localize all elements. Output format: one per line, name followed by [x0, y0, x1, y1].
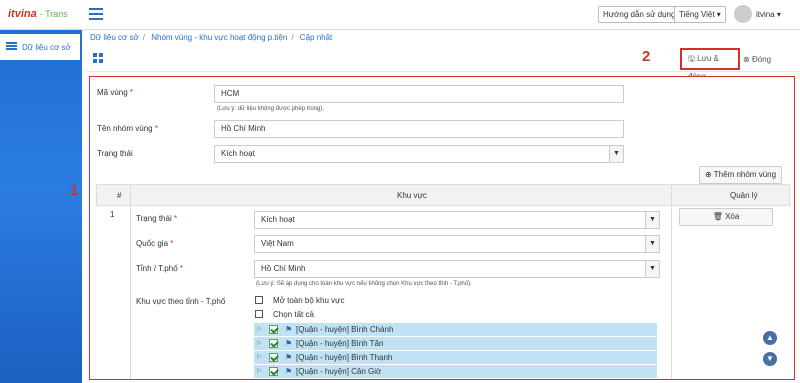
sidebar-item-base-data[interactable]: Dữ liệu cơ sở	[0, 34, 82, 60]
breadcrumb: Dữ liệu cơ sở / Nhóm vùng - khu vực hoạt …	[90, 33, 333, 42]
column-divider	[671, 184, 672, 379]
annotation-marker-1: 1	[70, 182, 79, 199]
province-select[interactable]: Hồ Chí Minh ▼	[254, 260, 660, 278]
save-icon: 🖫	[688, 54, 695, 63]
checked-icon[interactable]	[269, 353, 278, 362]
code-hint: (Lưu ý: dữ liệu không được phép trùng).	[217, 106, 325, 112]
breadcrumb-item[interactable]: Nhóm vùng - khu vực hoạt động p.tiện	[151, 33, 287, 42]
list-icon	[6, 42, 17, 51]
expand-icon[interactable]: ▷	[257, 365, 262, 378]
code-input[interactable]: HCM	[214, 85, 624, 103]
status-label: Trạng thái	[97, 149, 133, 158]
grid-icon[interactable]	[93, 53, 104, 64]
open-all-label: Mở toàn bộ khu vực	[273, 296, 345, 305]
chevron-down-icon: ▼	[645, 212, 659, 228]
district-tree-item[interactable]: ▷ ⚑ [Quận - huyện] Bình Tân	[254, 337, 657, 350]
column-divider	[130, 184, 131, 379]
district-tree-item[interactable]: ▷ ⚑ [Quận - huyện] Bình Chánh	[254, 323, 657, 336]
country-select[interactable]: Việt Nam ▼	[254, 235, 660, 253]
user-menu[interactable]: itvina ▾	[756, 10, 781, 19]
menu-toggle-icon[interactable]	[89, 8, 103, 20]
flag-icon: ⚑	[285, 325, 293, 334]
flag-icon: ⚑	[285, 367, 293, 376]
sidebar-item-label: Dữ liệu cơ sở	[22, 43, 71, 52]
status-select[interactable]: Kích hoạt ▼	[214, 145, 624, 163]
flag-icon: ⚑	[285, 353, 293, 362]
chevron-down-icon: ▼	[609, 146, 623, 162]
group-name-input[interactable]: Hồ Chí Minh	[214, 120, 624, 138]
col-index: #	[117, 191, 122, 200]
expand-icon[interactable]: ▷	[257, 337, 262, 350]
col-manage: Quản lý	[730, 191, 758, 200]
add-group-button[interactable]: ⊕ Thêm nhóm vùng	[699, 166, 783, 184]
delete-button[interactable]: 🗑 Xóa	[679, 208, 773, 226]
country-label: Quốc gia *	[136, 239, 174, 248]
area-by-province-label: Khu vực theo tỉnh - T.phố	[136, 297, 226, 306]
language-select[interactable]: Tiếng Việt ▾	[674, 6, 726, 23]
expand-icon[interactable]: ▷	[257, 351, 262, 364]
checked-icon[interactable]	[269, 339, 278, 348]
select-all-checkbox[interactable]	[255, 310, 263, 318]
province-label: Tỉnh / T.phố *	[136, 264, 184, 273]
select-all-label: Chọn tất cả	[273, 310, 314, 319]
top-bar: itvina - Trans Hướng dẫn sử dụng Tiếng V…	[0, 0, 800, 30]
scroll-up-icon[interactable]: ▲	[763, 331, 777, 345]
province-hint: (Lưu ý: Sẽ áp dụng cho toàn khu vực nếu …	[256, 281, 472, 287]
row-index: 1	[110, 210, 115, 219]
checked-icon[interactable]	[269, 325, 278, 334]
row-status-label: Trạng thái *	[136, 214, 178, 223]
col-area: Khu vực	[397, 191, 427, 200]
close-circle-icon: ⊗	[743, 55, 750, 64]
breadcrumb-item: Cập nhật	[299, 33, 333, 42]
chevron-down-icon: ▼	[645, 236, 659, 252]
breadcrumb-item[interactable]: Dữ liệu cơ sở	[90, 33, 139, 42]
district-tree-item[interactable]: ▷ ⚑ [Quận - huyện] Cần Giờ	[254, 365, 657, 378]
annotation-marker-2: 2	[642, 48, 651, 65]
trash-icon: 🗑	[712, 212, 723, 221]
row-status-select[interactable]: Kích hoạt ▼	[254, 211, 660, 229]
save-close-button[interactable]: 🖫 Lưu & đóng	[680, 48, 740, 81]
district-tree-item[interactable]: ▷ ⚑ [Quận - huyện] Bình Thạnh	[254, 351, 657, 364]
sidebar: Dữ liệu cơ sở	[0, 30, 82, 383]
table-header: # Khu vực Quản lý	[96, 184, 790, 206]
form-panel: Mã vùng * HCM (Lưu ý: dữ liệu không được…	[89, 76, 795, 380]
logo[interactable]: itvina - Trans	[8, 8, 68, 20]
avatar[interactable]	[734, 5, 752, 23]
close-button[interactable]: ⊗ Đóng	[741, 52, 771, 68]
open-all-checkbox[interactable]	[255, 296, 263, 304]
flag-icon: ⚑	[285, 339, 293, 348]
checked-icon[interactable]	[269, 367, 278, 376]
expand-icon[interactable]: ▷	[257, 323, 262, 336]
code-label: Mã vùng *	[97, 88, 134, 97]
scroll-down-icon[interactable]: ▼	[763, 352, 777, 366]
help-button[interactable]: Hướng dẫn sử dụng	[598, 6, 681, 23]
chevron-down-icon: ▼	[645, 261, 659, 277]
plus-circle-icon: ⊕	[705, 170, 712, 179]
group-name-label: Tên nhóm vùng *	[97, 124, 158, 133]
